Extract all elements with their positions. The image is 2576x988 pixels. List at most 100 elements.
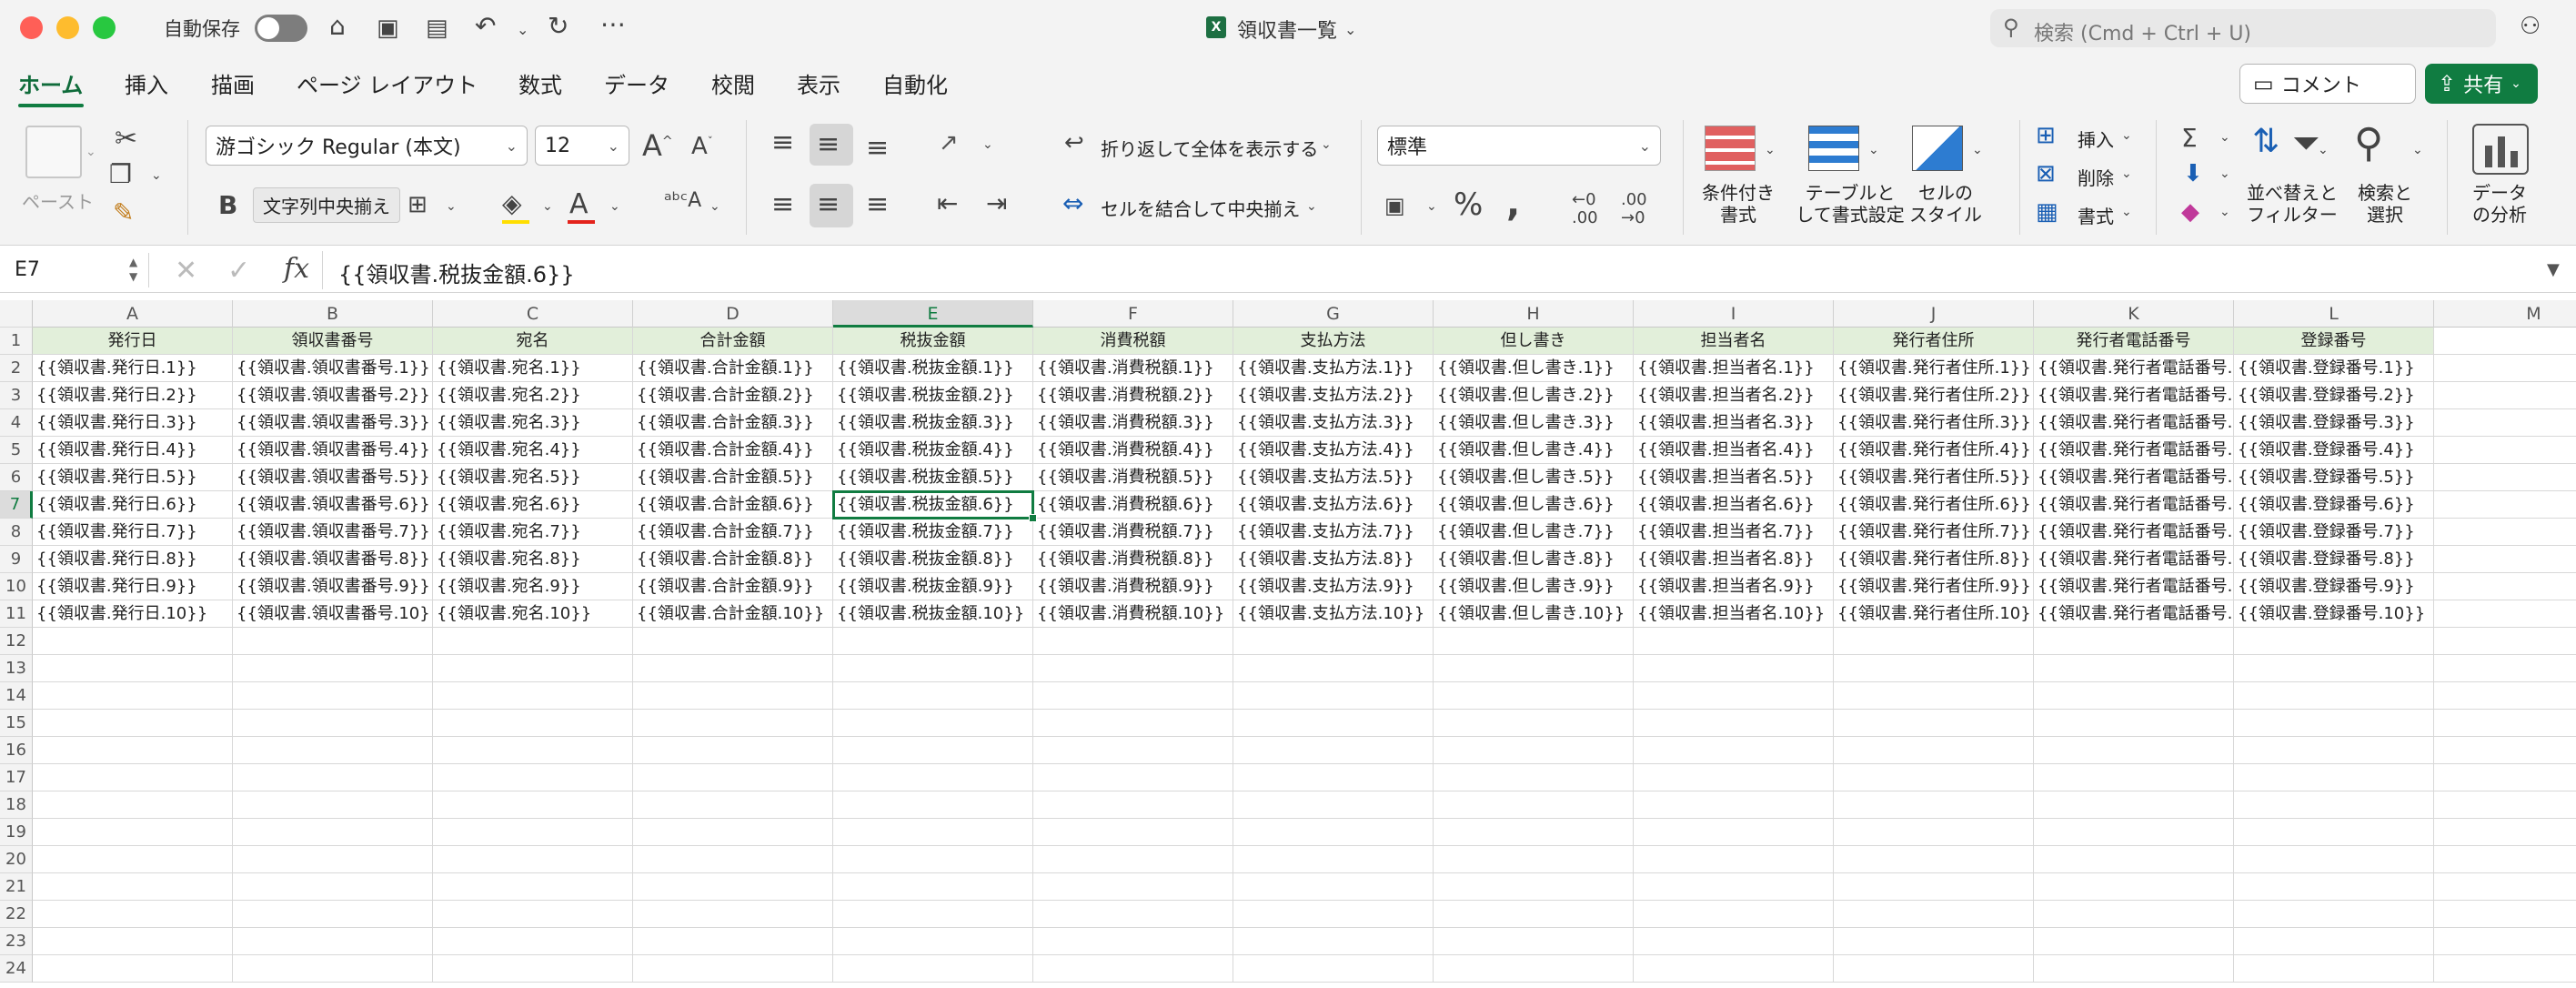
conditional-format-icon[interactable]	[1705, 126, 1756, 171]
search-box[interactable]: ⚲ 検索 (Cmd + Ctrl + U)	[1990, 9, 2496, 47]
cell-J23[interactable]	[1834, 928, 2034, 955]
cell-E24[interactable]	[833, 955, 1033, 983]
accounting-format-icon[interactable]: ▣	[1384, 195, 1405, 217]
cell-G10[interactable]: {{領収書.支払方法.9}}	[1233, 573, 1434, 600]
column-header-M[interactable]: M	[2434, 300, 2576, 328]
column-header-F[interactable]: F	[1033, 300, 1233, 328]
fill-color-icon[interactable]: ◈	[502, 191, 522, 217]
cell-J12[interactable]	[1834, 628, 2034, 655]
cell-H6[interactable]: {{領収書.但し書き.5}}	[1434, 464, 1634, 491]
cell-B8[interactable]: {{領収書.領収書番号.7}}	[233, 519, 433, 546]
header-cell-H[interactable]: 但し書き	[1434, 328, 1634, 355]
column-header-E[interactable]: E	[833, 300, 1033, 328]
cell-I6[interactable]: {{領収書.担当者名.5}}	[1634, 464, 1834, 491]
cell-E7[interactable]: {{領収書.税抜金額.6}}	[833, 491, 1033, 519]
minimize-window-button[interactable]	[56, 16, 79, 39]
cell-K17[interactable]	[2034, 764, 2234, 791]
cell-H8[interactable]: {{領収書.但し書き.7}}	[1434, 519, 1634, 546]
cell-F23[interactable]	[1033, 928, 1233, 955]
cell-E14[interactable]	[833, 682, 1033, 710]
cell-E6[interactable]: {{領収書.税抜金額.5}}	[833, 464, 1033, 491]
cell-G20[interactable]	[1233, 846, 1434, 873]
cell-I15[interactable]	[1634, 710, 1834, 737]
cell-B18[interactable]	[233, 791, 433, 819]
cell-K2[interactable]: {{領収書.発行者電話番号.1}}	[2034, 355, 2234, 382]
cell-I18[interactable]	[1634, 791, 1834, 819]
cell-B17[interactable]	[233, 764, 433, 791]
cell-K18[interactable]	[2034, 791, 2234, 819]
cell-C10[interactable]: {{領収書.宛名.9}}	[433, 573, 633, 600]
header-cell-I[interactable]: 担当者名	[1634, 328, 1834, 355]
cell-C8[interactable]: {{領収書.宛名.7}}	[433, 519, 633, 546]
cell-M20[interactable]	[2434, 846, 2576, 873]
cell-J10[interactable]: {{領収書.発行者住所.9}}	[1834, 573, 2034, 600]
paste-chevron-icon[interactable]: ⌄	[86, 146, 96, 158]
cell-G24[interactable]	[1233, 955, 1434, 983]
cell-D8[interactable]: {{領収書.合計金額.7}}	[633, 519, 833, 546]
cell-B13[interactable]	[233, 655, 433, 682]
cell-L20[interactable]	[2234, 846, 2434, 873]
cell-L16[interactable]	[2234, 737, 2434, 764]
insert-chevron-icon[interactable]: ⌄	[2121, 129, 2132, 142]
cell-B10[interactable]: {{領収書.領収書番号.9}}	[233, 573, 433, 600]
cell-D16[interactable]	[633, 737, 833, 764]
cell-B23[interactable]	[233, 928, 433, 955]
row-header-15[interactable]: 15	[0, 710, 33, 737]
copy-chevron-icon[interactable]: ⌄	[151, 169, 162, 182]
wrap-text-button[interactable]: 折り返して全体を表示する	[1101, 135, 1318, 161]
conditional-format-button[interactable]: 条件付き 書式	[1699, 182, 1777, 226]
cell-L8[interactable]: {{領収書.登録番号.7}}	[2234, 519, 2434, 546]
tab-page-layout[interactable]: ページ レイアウト	[297, 67, 478, 99]
header-cell-E[interactable]: 税抜金額	[833, 328, 1033, 355]
align-right-icon[interactable]: ≡	[866, 191, 889, 218]
cell-B5[interactable]: {{領収書.領収書番号.4}}	[233, 437, 433, 464]
cell-G18[interactable]	[1233, 791, 1434, 819]
cell-D15[interactable]	[633, 710, 833, 737]
cell-H21[interactable]	[1434, 873, 1634, 901]
cell-M9[interactable]	[2434, 546, 2576, 573]
align-top-icon[interactable]: ≡	[771, 129, 794, 156]
cell-F22[interactable]	[1033, 901, 1233, 928]
decrease-font-size-icon[interactable]: Aˇ	[691, 135, 713, 158]
cell-A9[interactable]: {{領収書.発行日.8}}	[33, 546, 233, 573]
cell-B16[interactable]	[233, 737, 433, 764]
cell-D7[interactable]: {{領収書.合計金額.6}}	[633, 491, 833, 519]
cell-M22[interactable]	[2434, 901, 2576, 928]
cell-M7[interactable]	[2434, 491, 2576, 519]
fill-chevron-icon[interactable]: ⌄	[2219, 167, 2230, 180]
cell-C12[interactable]	[433, 628, 633, 655]
cell-M10[interactable]	[2434, 573, 2576, 600]
cell-K9[interactable]: {{領収書.発行者電話番号.8}}	[2034, 546, 2234, 573]
cell-L24[interactable]	[2234, 955, 2434, 983]
row-header-10[interactable]: 10	[0, 573, 33, 600]
cell-D13[interactable]	[633, 655, 833, 682]
cell-E11[interactable]: {{領収書.税抜金額.10}}	[833, 600, 1033, 628]
cell-I19[interactable]	[1634, 819, 1834, 846]
cell-I22[interactable]	[1634, 901, 1834, 928]
paste-icon[interactable]	[25, 126, 82, 178]
cell-M14[interactable]	[2434, 682, 2576, 710]
undo-icon[interactable]: ↶	[475, 13, 496, 40]
cell-E3[interactable]: {{領収書.税抜金額.2}}	[833, 382, 1033, 409]
title-chevron-down-icon[interactable]: ⌄	[1344, 16, 1356, 44]
insert-function-icon[interactable]: fx	[284, 253, 309, 285]
insert-cells-button[interactable]: 挿入	[2078, 126, 2114, 152]
cell-A17[interactable]	[33, 764, 233, 791]
increase-indent-icon[interactable]: ⇥	[986, 191, 1007, 217]
cell-I7[interactable]: {{領収書.担当者名.6}}	[1634, 491, 1834, 519]
cell-K19[interactable]	[2034, 819, 2234, 846]
comment-button[interactable]: ▭ コメント	[2239, 64, 2416, 104]
header-cell-F[interactable]: 消費税額	[1033, 328, 1233, 355]
cell-C13[interactable]	[433, 655, 633, 682]
cell-K12[interactable]	[2034, 628, 2234, 655]
cell-K21[interactable]	[2034, 873, 2234, 901]
cell-A18[interactable]	[33, 791, 233, 819]
header-cell-G[interactable]: 支払方法	[1233, 328, 1434, 355]
cell-L18[interactable]	[2234, 791, 2434, 819]
cell-D21[interactable]	[633, 873, 833, 901]
cell-A16[interactable]	[33, 737, 233, 764]
insert-cells-icon[interactable]: ⊞	[2036, 124, 2056, 147]
cell-F14[interactable]	[1033, 682, 1233, 710]
row-header-2[interactable]: 2	[0, 355, 33, 382]
cell-J19[interactable]	[1834, 819, 2034, 846]
